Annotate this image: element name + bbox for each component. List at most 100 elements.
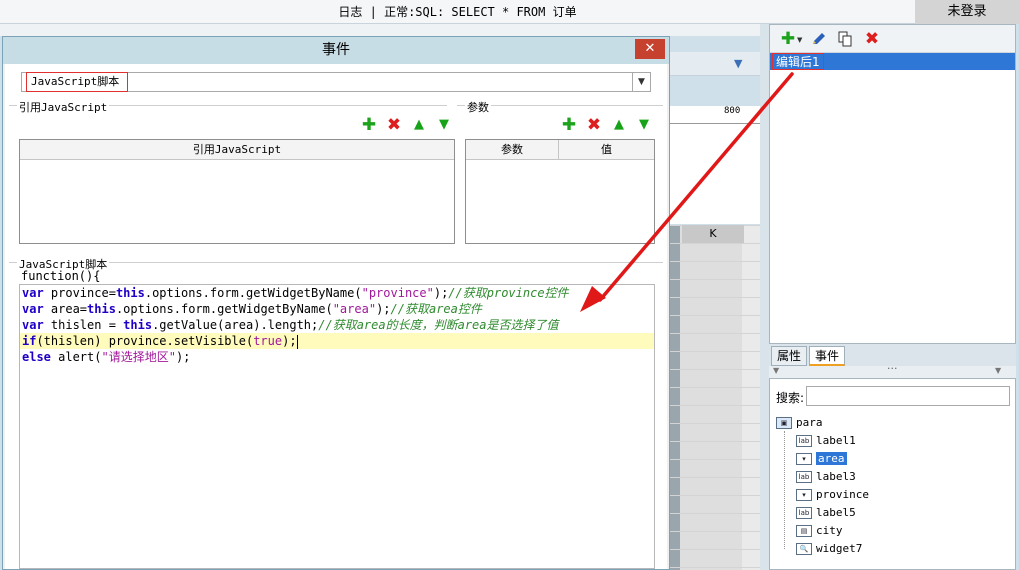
params-group-label: 参数 [465,99,491,115]
delete-reference-icon[interactable]: ✖ [384,116,404,134]
code-token: thislen = [43,318,124,332]
filter-icon[interactable]: ▼ [734,57,742,70]
copy-icon[interactable] [836,30,854,48]
script-type-select[interactable]: JavaScript脚本 ▼ [21,72,651,92]
code-token: var [22,286,44,300]
code-token: alert( [50,350,102,364]
chevron-down-icon[interactable]: ▼ [632,73,650,91]
log-status-title: 日志 | 正常:SQL: SELECT * FROM 订单 [338,5,577,19]
tab-properties[interactable]: 属性 [771,346,808,366]
code-token: .options.form.getWidgetByName( [144,286,362,300]
tree-node-label5[interactable]: lab label5 [796,505,856,521]
tab-events[interactable]: 事件 [809,346,846,366]
code-token: var [22,302,44,316]
code-token: province= [43,286,116,300]
referenced-js-table[interactable]: 引用JavaScript [19,139,455,244]
tree-node-label: area [816,452,847,465]
tree-node-label: label3 [816,470,856,483]
dialog-title: 事件 [3,37,669,64]
code-editor[interactable]: var province=this.options.form.getWidget… [19,284,655,569]
collapse-right-icon[interactable]: ▼ [995,366,1001,375]
code-token: ); [433,286,449,300]
dialog-body: JavaScript脚本 ▼ 引用JavaScript 参数 ✚ ✖ ▲ ▼ ✚… [5,64,667,569]
delete-param-icon[interactable]: ✖ [584,116,604,134]
tree-combo-widget-icon: ▤ [796,525,812,537]
move-down-icon[interactable]: ▼ [434,116,454,134]
text-caret [296,334,298,349]
params-table[interactable]: 参数 值 [465,139,655,244]
ruler-label: 800 [724,106,741,116]
code-line: if(thislen) province.setVisible(true); [22,333,298,349]
login-status-button[interactable]: 未登录 [915,0,1019,24]
tree-node-area[interactable]: ▾ area [796,451,847,467]
tree-node-label: city [816,524,843,537]
tree-node-label: label5 [816,506,856,519]
code-line: var thislen = this.getValue(area).length… [22,317,559,333]
edit-pencil-icon[interactable] [810,30,828,48]
code-token: ); [175,350,191,364]
add-event-icon[interactable]: ✚ [778,30,798,48]
search-label: 搜索: [776,391,805,405]
splitter-grip[interactable]: ··· [887,362,898,375]
code-token: this [123,318,153,332]
tree-node-label: label1 [816,434,856,447]
combo-widget-icon: ▾ [796,489,812,501]
event-item-label: 编辑后1 [772,53,824,70]
code-token: "请选择地区" [101,350,176,364]
add-param-icon[interactable]: ✚ [559,116,579,134]
code-token: ); [282,334,297,348]
tree-root[interactable]: ▣ para [776,415,823,431]
code-token: .getValue(area).length; [152,318,319,332]
label-widget-icon: lab [796,507,812,519]
code-line: else alert("请选择地区"); [22,349,190,365]
param-name-header: 参数 [466,140,559,160]
tree-node-widget7[interactable]: 🔍 widget7 [796,541,862,557]
add-reference-icon[interactable]: ✚ [359,116,379,134]
tree-node-label: province [816,488,869,501]
tree-node-city[interactable]: ▤ city [796,523,843,539]
collapse-left-icon[interactable]: ▼ [773,366,779,375]
script-type-value: JavaScript脚本 [26,72,128,92]
table-header: 引用JavaScript [20,140,454,160]
panel-divider[interactable] [760,24,769,570]
code-token: "province" [361,286,434,300]
dropdown-arrow-icon[interactable]: ▼ [797,36,802,44]
move-up-icon[interactable]: ▲ [409,116,429,134]
form-icon: ▣ [776,417,792,429]
label-widget-icon: lab [796,471,812,483]
combo-widget-icon: ▾ [796,453,812,465]
param-value-header: 值 [559,140,654,160]
ruler [670,106,760,124]
code-token: true [253,334,283,348]
label-widget-icon: lab [796,435,812,447]
move-down-icon[interactable]: ▼ [634,116,654,134]
event-list-panel: ✚ ▼ ✖ 编辑后1 [769,24,1016,344]
code-token: area= [43,302,88,316]
code-line: var area=this.options.form.getWidgetByNa… [22,301,482,317]
column-header-k[interactable]: K [682,225,744,243]
tree-node-label3[interactable]: lab label3 [796,469,856,485]
spreadsheet-grid [670,225,760,570]
close-icon[interactable]: ✕ [635,39,665,59]
code-token: //获取area的长度，判断area是否选择了值 [318,318,559,332]
move-up-icon[interactable]: ▲ [609,116,629,134]
tree-node-province[interactable]: ▾ province [796,487,869,503]
background-panel-header: ▼ [670,52,760,76]
code-token: "area" [332,302,377,316]
delete-event-icon[interactable]: ✖ [862,30,882,48]
search-input[interactable] [806,386,1010,406]
code-token: //获取province控件 [448,286,569,300]
event-list-item[interactable]: 编辑后1 [770,53,1015,70]
code-token: //获取area控件 [390,302,482,316]
code-token: this [87,302,116,316]
code-token: (thislen) province.setVisible( [36,334,254,348]
background-toolbar [0,24,760,36]
panel-splitter[interactable]: ▼ ··· ▼ [769,362,1016,378]
code-token: .options.form.getWidgetByName( [115,302,333,316]
tree-node-label1[interactable]: lab label1 [796,433,856,449]
tree-guide-line [784,431,785,549]
event-dialog: 事件 ✕ JavaScript脚本 ▼ 引用JavaScript 参数 ✚ ✖ … [2,36,670,570]
function-header: function(){ [21,269,101,283]
code-line: var province=this.options.form.getWidget… [22,285,569,301]
tree-node-label: widget7 [816,542,863,555]
